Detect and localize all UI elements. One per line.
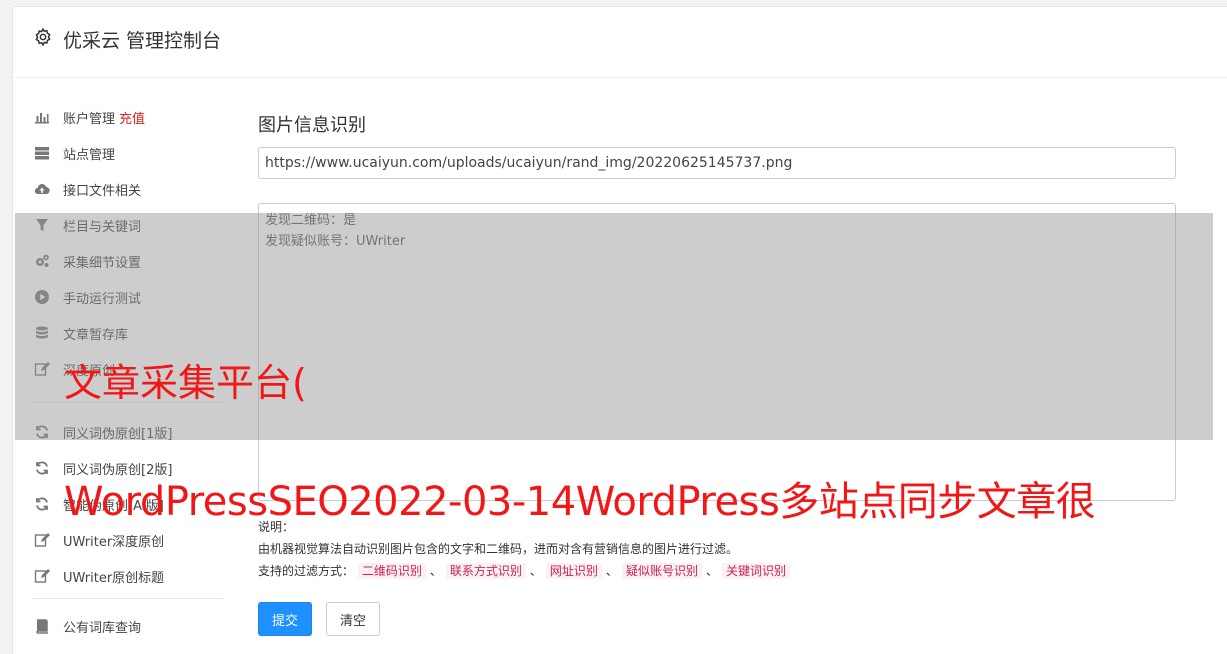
filter-tag: 二维码识别 bbox=[357, 563, 426, 579]
sidebar-item-sites[interactable]: 站点管理 bbox=[33, 141, 115, 165]
section-title: 图片信息识别 bbox=[258, 115, 366, 136]
submit-button[interactable]: 提交 bbox=[258, 602, 312, 636]
filter-separator: 、 bbox=[529, 564, 542, 578]
sidebar-item-label: 账户管理 bbox=[63, 111, 116, 127]
server-icon bbox=[33, 145, 51, 161]
recharge-link[interactable]: 充值 bbox=[119, 108, 145, 127]
filter-tag: 关键词识别 bbox=[721, 563, 790, 579]
sidebar-divider bbox=[33, 598, 223, 599]
gear-icon bbox=[35, 27, 51, 47]
sidebar-item-interface[interactable]: 接口文件相关 bbox=[33, 177, 141, 201]
sidebar-item-uwriter-deep[interactable]: UWriter深度原创 bbox=[33, 528, 164, 552]
filter-tag: 网址识别 bbox=[545, 563, 602, 579]
edit-icon bbox=[33, 568, 51, 584]
book-icon bbox=[33, 618, 51, 634]
filter-tag: 联系方式识别 bbox=[445, 563, 526, 579]
sidebar-item-label: UWriter深度原创 bbox=[63, 534, 165, 550]
filter-label: 支持的过滤方式： bbox=[258, 564, 355, 578]
cloud-upload-icon bbox=[33, 181, 51, 197]
sidebar-item-account[interactable]: 账户管理 充值 bbox=[33, 105, 145, 129]
refresh-icon bbox=[33, 496, 51, 512]
filter-tag: 疑似账号识别 bbox=[621, 563, 702, 579]
sidebar-item-label: 公有词库查询 bbox=[63, 620, 142, 636]
edit-icon bbox=[33, 532, 51, 548]
image-url-input[interactable] bbox=[258, 147, 1176, 179]
clear-button[interactable]: 清空 bbox=[326, 602, 380, 636]
filter-separator: 、 bbox=[429, 564, 442, 578]
filter-methods: 支持的过滤方式： 二维码识别、联系方式识别、网址识别、疑似账号识别、关键词识别 bbox=[258, 560, 790, 582]
sidebar-item-label: 站点管理 bbox=[63, 147, 116, 163]
filter-separator: 、 bbox=[605, 564, 618, 578]
notes-description: 由机器视觉算法自动识别图片包含的文字和二维码，进而对含有营销信息的图片进行过滤。 bbox=[258, 542, 739, 556]
sidebar-item-public-lexicon[interactable]: 公有词库查询 bbox=[33, 614, 141, 638]
sidebar-item-label: UWriter原创标题 bbox=[63, 570, 165, 586]
filter-separator: 、 bbox=[705, 564, 718, 578]
page-title: 优采云 管理控制台 bbox=[63, 30, 222, 52]
watermark-text: 文章采集平台( bbox=[64, 361, 307, 405]
refresh-icon bbox=[33, 460, 51, 476]
sidebar-item-label: 接口文件相关 bbox=[63, 183, 142, 199]
header: 优采云 管理控制台 bbox=[13, 7, 1227, 78]
bar-chart-icon bbox=[33, 109, 51, 125]
watermark-text: WordPressSEO2022-03-14WordPress多站点同步文章很 bbox=[64, 479, 1096, 525]
sidebar-item-uwriter-title[interactable]: UWriter原创标题 bbox=[33, 564, 164, 588]
